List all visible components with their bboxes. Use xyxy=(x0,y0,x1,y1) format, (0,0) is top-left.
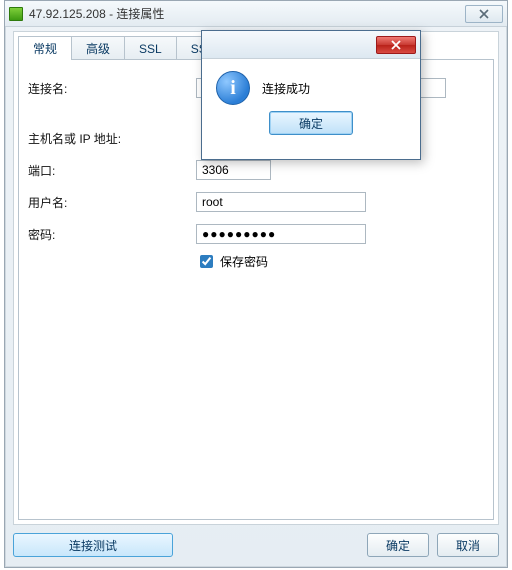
username-input[interactable] xyxy=(196,192,366,212)
test-connection-button[interactable]: 连接测试 xyxy=(13,533,173,557)
tab-ssl[interactable]: SSL xyxy=(124,36,177,60)
tab-label: 高级 xyxy=(86,40,110,57)
port-input[interactable] xyxy=(196,160,271,180)
tab-advanced[interactable]: 高级 xyxy=(71,36,125,60)
message-box-ok-button[interactable]: 确定 xyxy=(269,111,353,135)
password-label: 密码: xyxy=(28,226,196,243)
message-box-footer: 确定 xyxy=(202,111,420,145)
message-box: i 连接成功 确定 xyxy=(201,30,421,160)
message-box-body: i 连接成功 xyxy=(202,59,420,111)
message-text: 连接成功 xyxy=(262,80,310,97)
ok-button[interactable]: 确定 xyxy=(367,533,429,557)
host-label: 主机名或 IP 地址: xyxy=(28,130,196,147)
close-icon xyxy=(391,40,401,50)
footer: 连接测试 确定 取消 xyxy=(13,531,499,559)
close-icon xyxy=(479,9,489,19)
username-label: 用户名: xyxy=(28,194,196,211)
info-icon: i xyxy=(216,71,250,105)
cancel-button[interactable]: 取消 xyxy=(437,533,499,557)
button-label: 确定 xyxy=(386,537,410,554)
message-box-close-button[interactable] xyxy=(376,36,416,54)
window-title: 47.92.125.208 - 连接属性 xyxy=(29,5,164,22)
connection-name-label: 连接名: xyxy=(28,80,196,97)
message-box-titlebar xyxy=(202,31,420,59)
tab-general[interactable]: 常规 xyxy=(18,36,72,60)
port-label: 端口: xyxy=(28,162,196,179)
save-password-checkbox[interactable] xyxy=(200,255,213,268)
button-label: 取消 xyxy=(456,537,480,554)
save-password-label: 保存密码 xyxy=(220,253,268,270)
tab-label: 常规 xyxy=(33,40,57,57)
button-label: 连接测试 xyxy=(69,537,117,554)
password-input[interactable] xyxy=(196,224,366,244)
window-close-button[interactable] xyxy=(465,5,503,23)
app-icon xyxy=(9,7,23,21)
button-label: 确定 xyxy=(299,115,323,132)
tab-label: SSL xyxy=(139,42,162,56)
titlebar: 47.92.125.208 - 连接属性 xyxy=(5,1,507,27)
